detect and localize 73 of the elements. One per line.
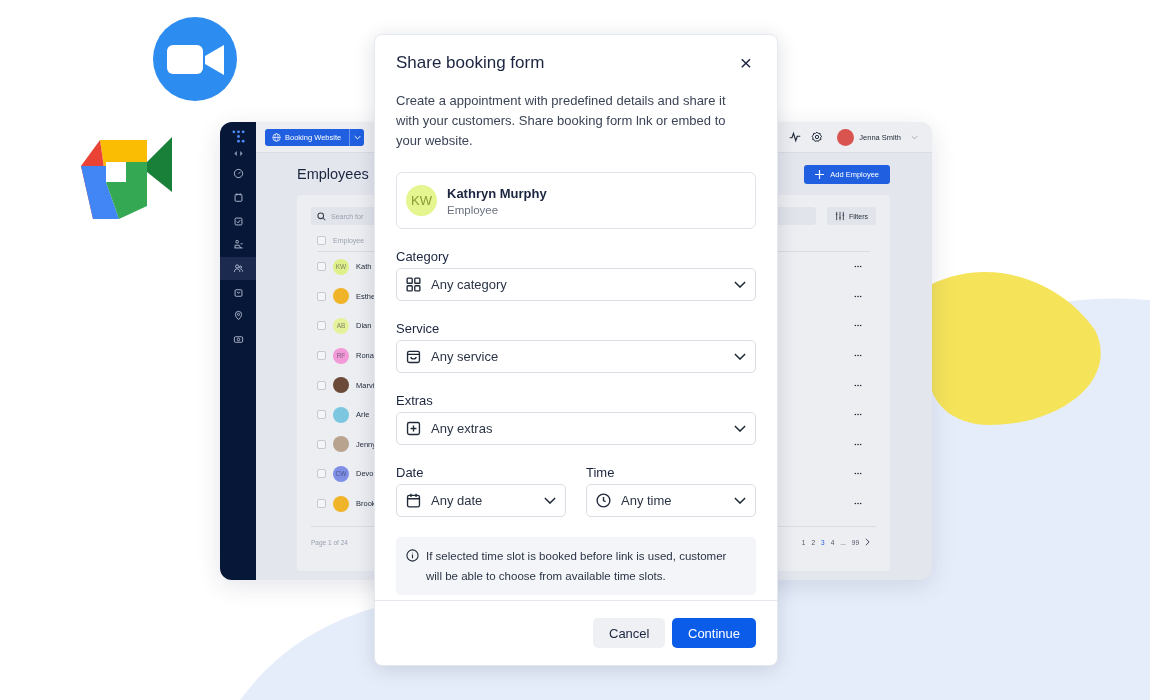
chevron-down-icon [544,497,556,504]
collapse-arrows-icon[interactable] [232,151,244,156]
field-label: Category [396,249,450,264]
more-icon[interactable] [854,265,862,269]
chevron-down-icon [734,353,746,360]
activity-icon[interactable] [789,131,802,143]
logo-icon [231,130,245,143]
cancel-button[interactable]: Cancel [593,618,665,648]
cash-icon [232,334,244,346]
location-icon [232,310,244,322]
sliders-icon [834,211,845,221]
avatar: KW [406,185,437,216]
checkbox[interactable] [317,262,326,272]
more-icon[interactable] [854,294,862,298]
info-text: If selected time slot is booked before link is used, customer will be able to choose from available time slots. [426,549,728,584]
chevron-down-icon [734,497,746,504]
field-label: Extras [396,393,434,408]
more-icon[interactable] [854,442,862,446]
chevron-down-icon [734,281,746,288]
more-icon[interactable] [854,324,862,328]
search-icon [317,211,326,221]
select-field[interactable]: Any extras [396,412,756,445]
checkbox[interactable] [317,291,326,301]
clock-icon [595,492,612,509]
avatar-photo-placeholder [837,128,855,146]
continue-button[interactable]: Continue [672,618,756,648]
more-icon[interactable] [854,413,862,417]
field-label: Date [396,465,425,480]
dropdown-button[interactable] [349,128,365,146]
calendar-icon [232,192,244,204]
sidebar-item[interactable] [220,256,256,281]
checkbox[interactable] [317,321,326,331]
checkbox[interactable] [317,410,326,420]
more-icon[interactable] [854,383,862,387]
dialog-description: Create a appointment with predefined details and share it with your customers. Share booking form lnk or embed to your website. [396,92,727,150]
more-icon[interactable] [854,472,862,476]
checkbox[interactable] [317,235,326,245]
dashboard-icon [232,168,244,180]
more-icon[interactable] [854,502,862,506]
info-icon [406,549,419,562]
chevron-down-icon [734,425,746,432]
bag-icon [405,348,422,365]
employee-name: Kathryn Murphy [447,185,547,201]
employee-role: Employee [447,203,500,216]
desk-icon [232,239,244,251]
video-camera-icon [153,17,237,101]
select-field[interactable]: Any category [396,268,756,301]
plus-square-icon [405,420,422,437]
globe-icon [272,132,281,142]
grid-icon [405,276,422,293]
tasks-icon [232,215,244,227]
checkbox[interactable] [317,439,326,449]
checkbox[interactable] [317,499,326,509]
dialog-title: Share booking form [396,53,545,73]
checkbox[interactable] [317,469,326,479]
checkbox[interactable] [317,380,326,390]
bag-icon [232,286,244,298]
plus-icon [815,169,825,179]
caret-icon [353,134,361,140]
select-field[interactable]: Any service [396,340,756,373]
close-button[interactable]: × [736,51,756,75]
checkbox[interactable] [317,351,326,361]
select-field[interactable]: Any date [396,484,566,517]
calendar-icon [405,492,422,509]
field-label: Service [396,321,441,336]
select-field[interactable]: Any time [586,484,756,517]
people-icon [232,263,244,275]
settings-icon[interactable] [811,131,824,143]
field-label: Time [586,465,616,480]
more-icon[interactable] [854,354,862,358]
chevron-right-icon[interactable] [865,538,870,547]
camera-logo-icon [81,137,172,219]
page-title: Employees [297,166,369,182]
